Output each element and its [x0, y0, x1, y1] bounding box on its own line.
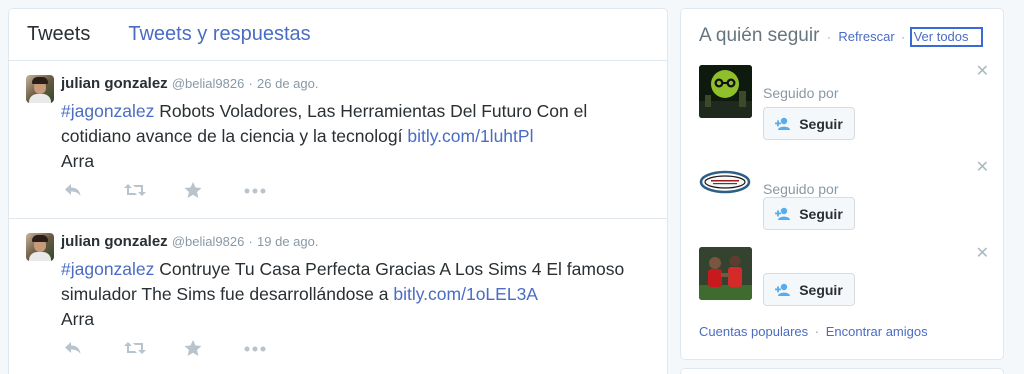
tweet-text: #jagonzalez Robots Voladores, Las Herram… [61, 99, 661, 174]
avatar[interactable] [26, 233, 54, 261]
suggestion-item: Seguido por Seguir ✕ [699, 63, 999, 145]
followed-by-label: Seguido por [763, 85, 839, 101]
popular-accounts-link[interactable]: Cuentas populares [699, 324, 808, 339]
tweet-text-line3: Arra [61, 309, 95, 329]
retweet-icon[interactable] [123, 181, 183, 201]
tweet-text-line3: Arra [61, 151, 95, 171]
retweet-icon[interactable] [123, 339, 183, 359]
tweet-timestamp[interactable]: 19 de ago. [257, 234, 318, 249]
tweet-link[interactable]: bitly.com/1luhtPl [407, 126, 533, 146]
tab-tweets-and-replies[interactable]: Tweets y respuestas [128, 23, 310, 46]
tweet-hashtag[interactable]: #jagonzalez [61, 101, 154, 121]
more-icon[interactable] [243, 181, 303, 201]
tweet-text: #jagonzalez Contruye Tu Casa Perfecta Gr… [61, 257, 661, 332]
close-icon[interactable]: ✕ [976, 157, 989, 177]
footer-separator: · [814, 324, 820, 339]
timeline-panel: Tweets Tweets y respuestas julian gonzal… [8, 8, 668, 374]
close-icon[interactable]: ✕ [976, 243, 989, 263]
tweet-link[interactable]: bitly.com/1oLEL3A [393, 284, 538, 304]
follow-button[interactable]: Seguir [763, 107, 855, 140]
tab-tweets[interactable]: Tweets [27, 23, 90, 46]
tweet-actions [63, 181, 303, 201]
reply-icon[interactable] [63, 339, 123, 359]
more-icon[interactable] [243, 339, 303, 359]
suggestion-avatar[interactable] [699, 65, 752, 118]
suggestion-item: Seguido por Seguir ✕ [699, 159, 999, 241]
view-all-link[interactable]: Ver todos [909, 27, 983, 47]
who-to-follow-header: A quién seguir · Refrescar · Ver todos [699, 25, 983, 47]
follow-button-label: Seguir [799, 281, 843, 298]
reply-icon[interactable] [63, 181, 123, 201]
tweet-text-line1: Robots Voladores, Las Herramientas Del F… [154, 101, 588, 121]
next-module-panel [680, 368, 1004, 374]
suggestion-item: Seguir ✕ [699, 245, 999, 327]
timeline-tabs: Tweets Tweets y respuestas [9, 9, 667, 61]
follow-button-label: Seguir [799, 115, 843, 132]
close-icon[interactable]: ✕ [976, 61, 989, 81]
follow-button[interactable]: Seguir [763, 273, 855, 306]
tweet-header: julian gonzalez @belial9826 · 19 de ago. [61, 233, 318, 250]
who-to-follow-panel: A quién seguir · Refrescar · Ver todos S… [680, 8, 1004, 360]
tweet-separator: · [248, 234, 253, 249]
tweet-handle[interactable]: @belial9826 [172, 76, 244, 91]
tweet-text-line1: Contruye Tu Casa Perfecta Gracias A Los … [154, 259, 625, 279]
header-separator: · [826, 30, 831, 44]
tweet-fullname[interactable]: julian gonzalez [61, 233, 168, 250]
suggestion-avatar[interactable] [699, 161, 752, 214]
who-to-follow-title: A quién seguir [699, 25, 820, 46]
header-separator: · [901, 30, 906, 44]
tweet-text-line2: cotidiano avance de la ciencia y la tecn… [61, 126, 408, 146]
tweet-handle[interactable]: @belial9826 [172, 234, 244, 249]
tweet-separator: · [248, 76, 253, 91]
find-friends-link[interactable]: Encontrar amigos [826, 324, 928, 339]
tweet-hashtag[interactable]: #jagonzalez [61, 259, 154, 279]
follow-button-label: Seguir [799, 205, 843, 222]
favorite-icon[interactable] [183, 181, 243, 201]
tweet-item[interactable]: julian gonzalez @belial9826 · 19 de ago.… [9, 219, 667, 374]
who-to-follow-footer: Cuentas populares · Encontrar amigos [699, 324, 928, 339]
favorite-icon[interactable] [183, 339, 243, 359]
follow-button[interactable]: Seguir [763, 197, 855, 230]
tweet-actions [63, 339, 303, 359]
tweet-item[interactable]: julian gonzalez @belial9826 · 26 de ago.… [9, 61, 667, 219]
suggestion-avatar[interactable] [699, 247, 752, 300]
add-user-icon [775, 283, 793, 297]
followed-by-label: Seguido por [763, 181, 839, 197]
avatar[interactable] [26, 75, 54, 103]
tweet-text-line2: simulador The Sims fue desarrollándose a [61, 284, 394, 304]
tweet-fullname[interactable]: julian gonzalez [61, 75, 168, 92]
add-user-icon [775, 117, 793, 131]
add-user-icon [775, 207, 793, 221]
tweet-timestamp[interactable]: 26 de ago. [257, 76, 318, 91]
refresh-link[interactable]: Refrescar [838, 29, 894, 44]
tweet-header: julian gonzalez @belial9826 · 26 de ago. [61, 75, 318, 92]
